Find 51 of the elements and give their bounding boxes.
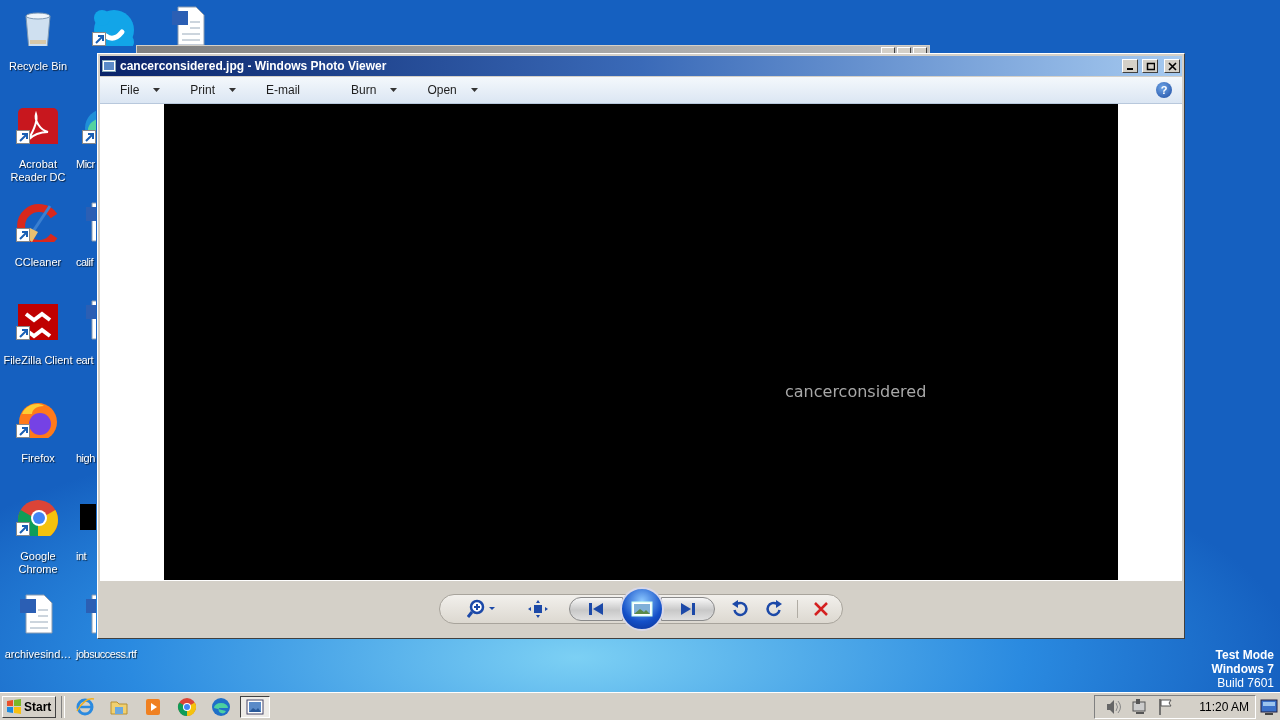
- chrome-icon: [177, 696, 198, 717]
- show-desktop-icon[interactable]: [1260, 698, 1278, 715]
- icon-label[interactable]: Micr: [76, 158, 95, 171]
- menu-item[interactable]: Open: [419, 79, 486, 101]
- taskbar-app[interactable]: [240, 695, 271, 718]
- system-watermark-text: Test Mode: [1215, 648, 1274, 662]
- rotate-right-icon: [766, 599, 782, 616]
- zoom-icon: [467, 599, 495, 618]
- photo-icon: [102, 60, 116, 72]
- menu-item[interactable]: Print: [182, 79, 245, 101]
- icon-label[interactable]: Google Chrome: [1, 550, 75, 576]
- icon-label[interactable]: Firefox: [21, 452, 55, 465]
- icon-label[interactable]: Acrobat Reader DC: [1, 158, 75, 184]
- icon-label[interactable]: Recycle Bin: [8, 60, 68, 73]
- minimize-icon: [1127, 68, 1133, 70]
- slideshow-button[interactable]: [620, 586, 664, 631]
- slideshow-icon: [631, 601, 653, 616]
- system-watermark-text: Build 7601: [1217, 676, 1274, 690]
- system-watermark-text: Windows 7: [1211, 662, 1274, 676]
- next-button[interactable]: [661, 596, 715, 621]
- maximize-button[interactable]: [1142, 59, 1158, 73]
- rotate-left-icon: [732, 599, 748, 616]
- icon-label[interactable]: FileZilla Client: [3, 354, 73, 367]
- start-button[interactable]: Start: [2, 695, 57, 718]
- clock[interactable]: 11:20 AM: [1199, 699, 1249, 714]
- next-icon: [681, 602, 695, 615]
- icon-label[interactable]: int: [76, 550, 87, 563]
- browser-icon: [211, 696, 232, 717]
- icon-label[interactable]: archivesind…: [4, 648, 72, 661]
- icon-label[interactable]: eart: [76, 354, 93, 367]
- windows-logo-icon: [6, 699, 22, 714]
- window-title: cancerconsidered.jpg - Windows Photo Viewer: [120, 59, 388, 73]
- close-icon: [1167, 61, 1177, 71]
- icon-label[interactable]: CCleaner: [14, 256, 62, 269]
- icon-label[interactable]: high: [76, 452, 95, 465]
- maximize-icon: [1145, 61, 1155, 71]
- previous-icon: [589, 602, 603, 615]
- fit-icon: [528, 599, 548, 618]
- image-caption: cancerconsidered: [785, 382, 927, 401]
- browser-icon: [75, 696, 96, 717]
- menu-item[interactable]: File: [112, 79, 169, 101]
- icon-label[interactable]: calif: [76, 256, 94, 269]
- icon-label[interactable]: jobsuccess.rtf: [76, 648, 137, 661]
- help-button[interactable]: ?: [1156, 82, 1172, 98]
- previous-button[interactable]: [569, 596, 623, 621]
- menu-item[interactable]: Burn: [343, 79, 406, 101]
- delete-icon: [813, 601, 829, 616]
- menu-item[interactable]: E-mail: [258, 79, 309, 101]
- minimize-button[interactable]: [1122, 59, 1138, 73]
- photo-icon: [245, 696, 266, 717]
- close-button[interactable]: [1164, 59, 1180, 73]
